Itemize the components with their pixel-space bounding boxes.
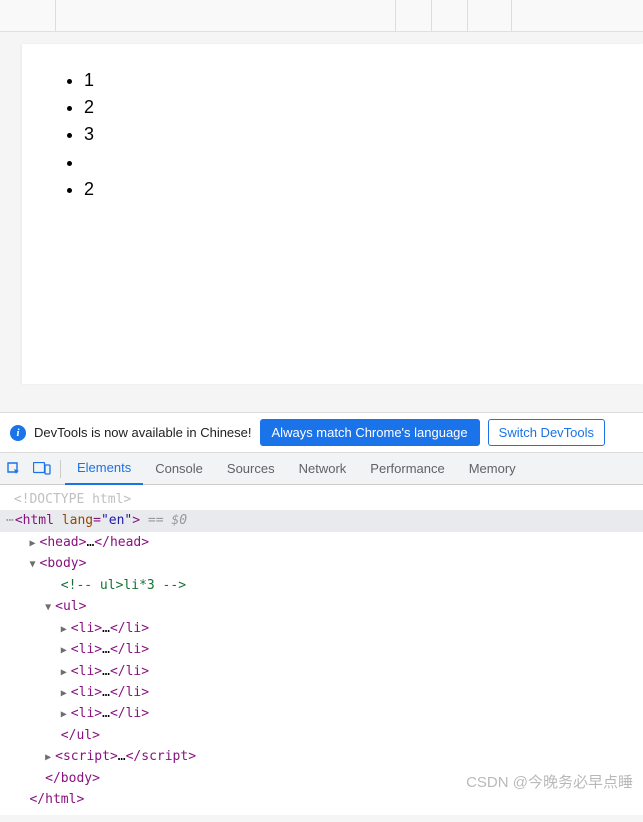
dom-body-open[interactable]: ▼<body>: [0, 553, 643, 574]
tab-console[interactable]: Console: [143, 453, 215, 485]
inspect-icon[interactable]: [0, 453, 28, 485]
dom-html-open[interactable]: ⋯<html lang="en"> == $0: [0, 510, 643, 531]
dom-tree[interactable]: <!DOCTYPE html> ⋯<html lang="en"> == $0 …: [0, 485, 643, 815]
list-item: [84, 150, 643, 175]
dom-head[interactable]: ▶<head>…</head>: [0, 532, 643, 553]
toolbar-cell[interactable]: [56, 0, 396, 31]
watermark: CSDN @今晚务必早点睡: [466, 771, 633, 792]
tab-elements[interactable]: Elements: [65, 453, 143, 485]
list-item: 1: [84, 68, 643, 93]
dom-li[interactable]: ▶<li>…</li>: [0, 661, 643, 682]
tab-memory[interactable]: Memory: [457, 453, 528, 485]
browser-toolbar: [0, 0, 643, 32]
list-item: 3: [84, 122, 643, 147]
toolbar-cell[interactable]: [396, 0, 432, 31]
page-content: 1 2 3 2: [22, 44, 643, 384]
toolbar-cell[interactable]: [0, 0, 56, 31]
dom-li[interactable]: ▶<li>…</li>: [0, 639, 643, 660]
tab-performance[interactable]: Performance: [358, 453, 456, 485]
dom-li[interactable]: ▶<li>…</li>: [0, 618, 643, 639]
tab-network[interactable]: Network: [287, 453, 359, 485]
match-language-button[interactable]: Always match Chrome's language: [260, 419, 480, 446]
list-item: 2: [84, 177, 643, 202]
devtools-tabbar: Elements Console Sources Network Perform…: [0, 453, 643, 485]
switch-devtools-button[interactable]: Switch DevTools: [488, 419, 605, 446]
list: 1 2 3 2: [22, 44, 643, 202]
toolbar-cell[interactable]: [468, 0, 512, 31]
list-item: 2: [84, 95, 643, 120]
toolbar-cell[interactable]: [432, 0, 468, 31]
dom-script[interactable]: ▶<script>…</script>: [0, 746, 643, 767]
devtools-infobar: i DevTools is now available in Chinese! …: [0, 412, 643, 453]
device-toggle-icon[interactable]: [28, 453, 56, 485]
infobar-message: DevTools is now available in Chinese!: [34, 425, 252, 440]
dom-doctype[interactable]: <!DOCTYPE html>: [0, 489, 643, 510]
dom-li[interactable]: ▶<li>…</li>: [0, 703, 643, 724]
tab-sources[interactable]: Sources: [215, 453, 287, 485]
dom-li[interactable]: ▶<li>…</li>: [0, 682, 643, 703]
dom-html-close[interactable]: </html>: [0, 789, 643, 810]
dom-ul-open[interactable]: ▼<ul>: [0, 596, 643, 617]
dom-comment[interactable]: <!-- ul>li*3 -->: [0, 575, 643, 596]
dom-ul-close[interactable]: </ul>: [0, 725, 643, 746]
info-icon: i: [10, 425, 26, 441]
divider: [60, 460, 61, 478]
